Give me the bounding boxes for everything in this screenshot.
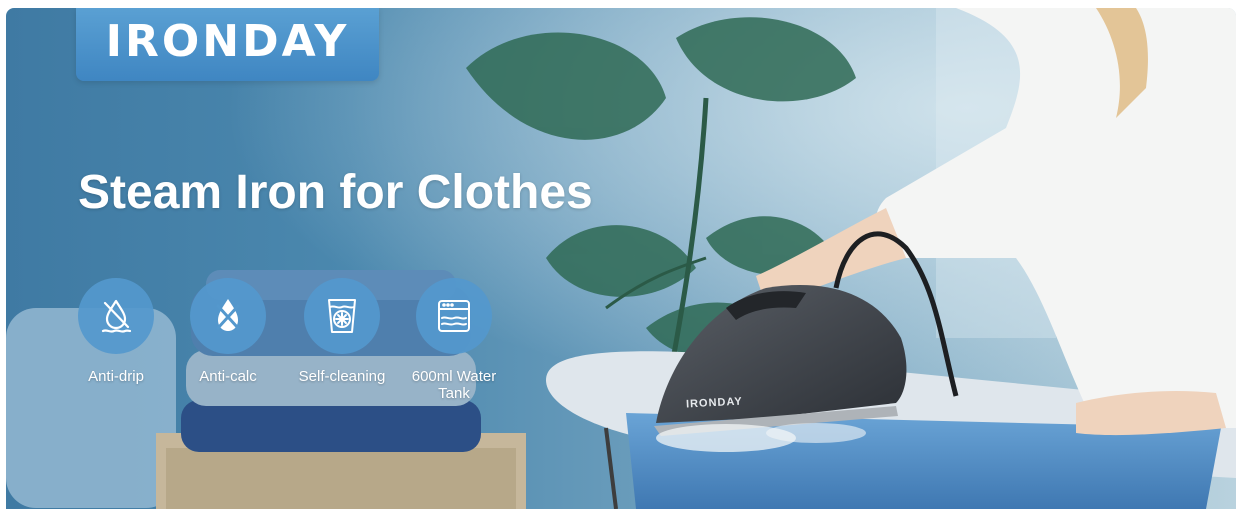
anti-calc-icon	[190, 278, 266, 354]
product-headline: Steam Iron for Clothes	[78, 166, 593, 219]
product-banner: IRONDAY Steam Iron for Clothes Anti-drip…	[6, 8, 1236, 509]
feature-label: 600ml Water Tank	[411, 368, 497, 403]
feature-water-tank: 600ml Water Tank	[394, 278, 514, 403]
brand-logo: IRONDAY	[76, 8, 379, 81]
feature-label: Anti-calc	[199, 368, 257, 385]
brand-logo-text: IRONDAY	[105, 15, 350, 67]
feature-label: Anti-drip	[88, 368, 144, 385]
feature-self-cleaning: Self-cleaning	[282, 278, 402, 385]
feature-anti-drip: Anti-drip	[56, 278, 176, 385]
water-tank-icon	[416, 278, 492, 354]
anti-drip-icon	[78, 278, 154, 354]
feature-anti-calc: Anti-calc	[168, 278, 288, 385]
feature-label: Self-cleaning	[298, 368, 386, 385]
background-scene	[6, 8, 1236, 509]
self-cleaning-icon	[304, 278, 380, 354]
